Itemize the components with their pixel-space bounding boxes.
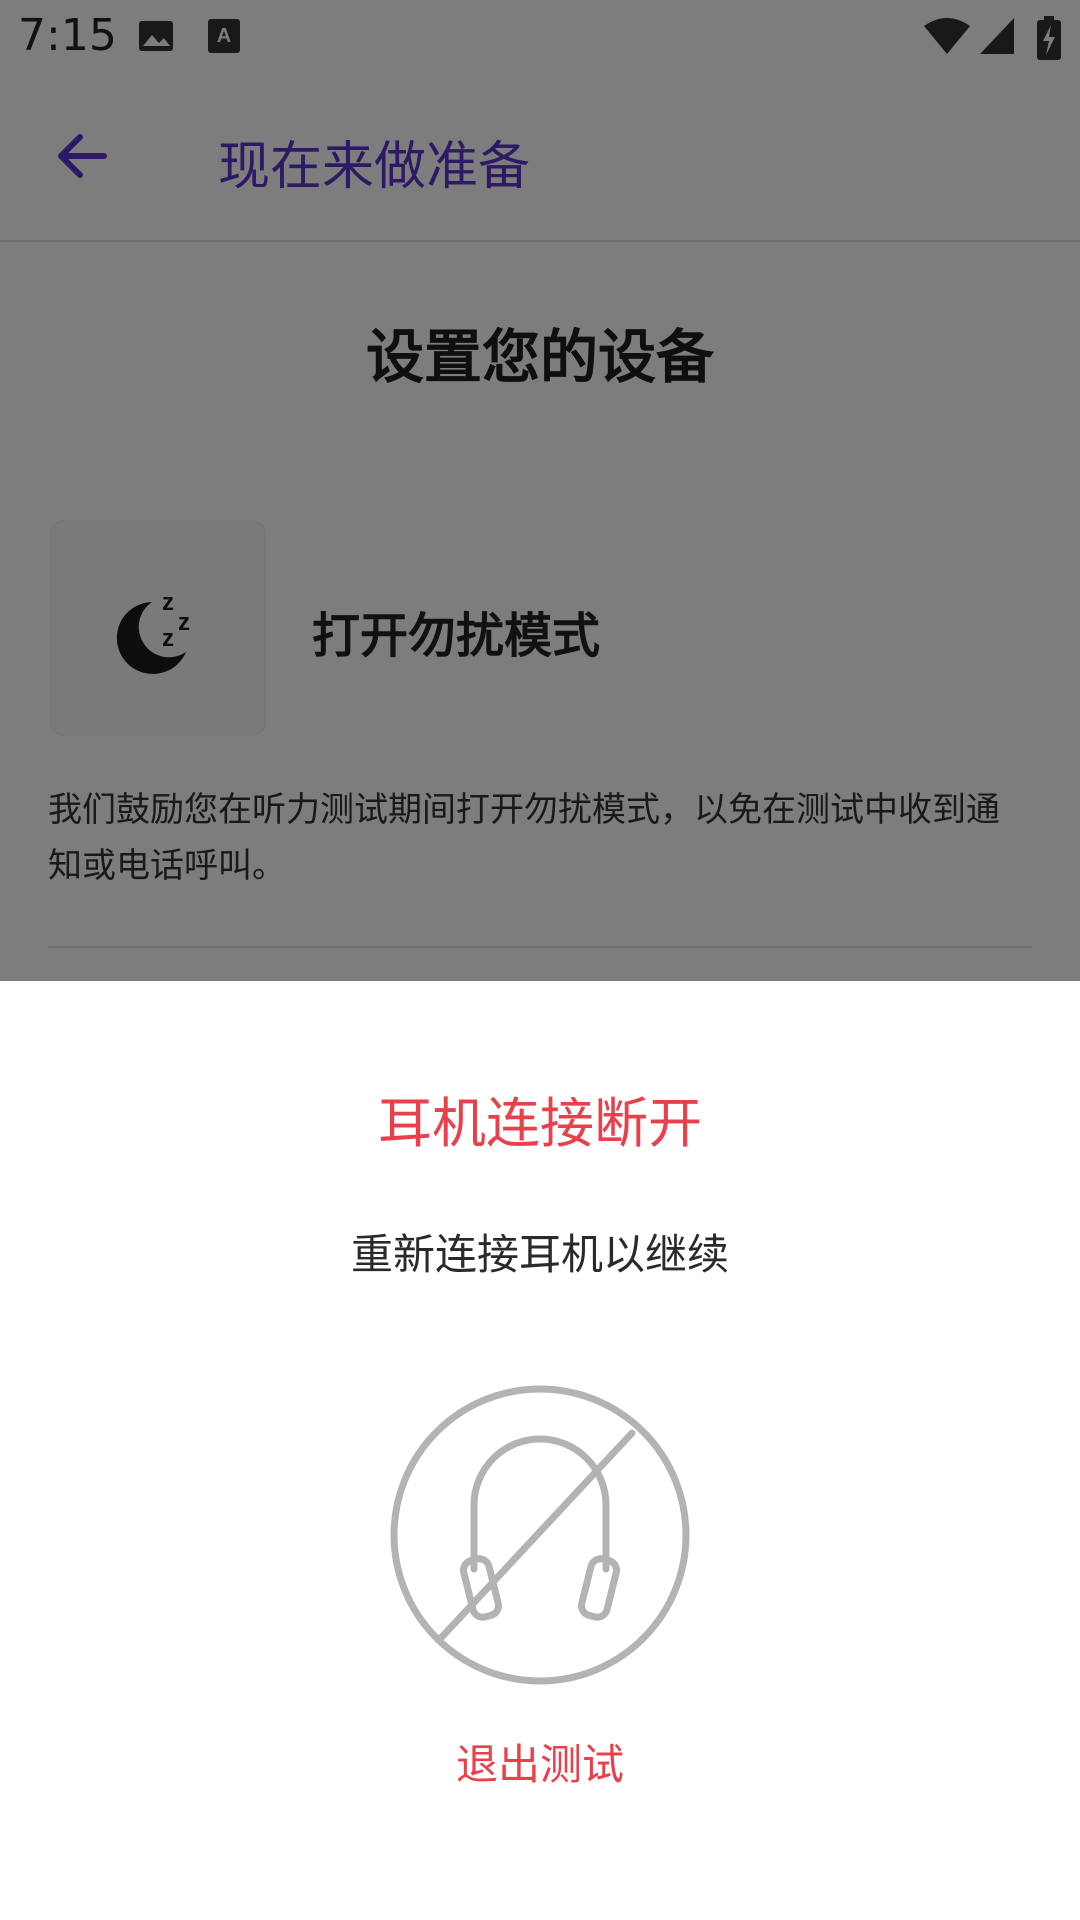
sheet-title: 耳机连接断开 bbox=[378, 1092, 702, 1155]
sheet-message: 重新连接耳机以继续 bbox=[350, 1230, 729, 1279]
exit-test-button[interactable]: 退出测试 bbox=[390, 1701, 690, 1821]
disconnect-bottom-sheet: 耳机连接断开 重新连接耳机以继续 退出测试 bbox=[0, 981, 1080, 1920]
headphones-disconnected-icon bbox=[390, 1385, 690, 1685]
